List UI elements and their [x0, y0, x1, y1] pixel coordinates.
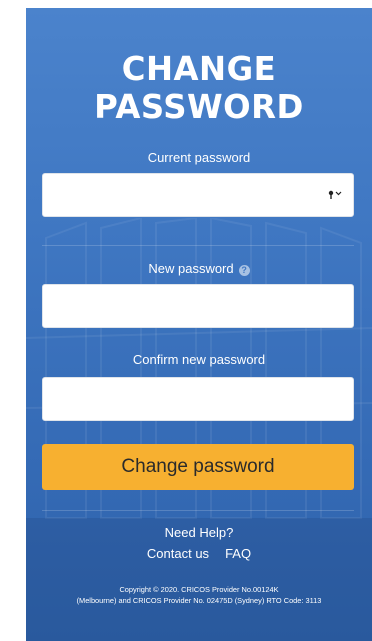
- divider: [42, 510, 354, 511]
- confirm-password-input[interactable]: [42, 377, 354, 421]
- page-title-line2: PASSWORD: [94, 87, 304, 126]
- copyright-text: Copyright © 2020. CRICOS Provider No.001…: [26, 584, 372, 606]
- contact-us-link[interactable]: Contact us: [147, 546, 209, 561]
- need-help-heading: Need Help?: [164, 525, 234, 540]
- faq-link[interactable]: FAQ: [225, 546, 251, 561]
- current-password-input[interactable]: [42, 173, 354, 217]
- copyright-line2: (Melbourne) and CRICOS Provider No. 0247…: [76, 596, 322, 605]
- current-password-label: Current password: [147, 150, 251, 165]
- building-background-image: [26, 218, 372, 641]
- divider: [42, 245, 354, 246]
- new-password-label-text: New password: [148, 261, 234, 276]
- new-password-input[interactable]: [42, 284, 354, 328]
- new-password-label: New password?: [26, 261, 372, 277]
- key-icon[interactable]: [327, 187, 343, 203]
- change-password-button[interactable]: Change password: [42, 444, 354, 490]
- page-title-line1: CHANGE: [121, 49, 277, 88]
- question-circle-icon[interactable]: ?: [238, 265, 250, 276]
- copyright-line1: Copyright © 2020. CRICOS Provider No.001…: [119, 585, 279, 594]
- confirm-password-label: Confirm new password: [132, 352, 266, 367]
- change-password-panel: CHANGE PASSWORD Current password New pas…: [26, 8, 372, 641]
- help-links: Contact us FAQ: [26, 546, 372, 562]
